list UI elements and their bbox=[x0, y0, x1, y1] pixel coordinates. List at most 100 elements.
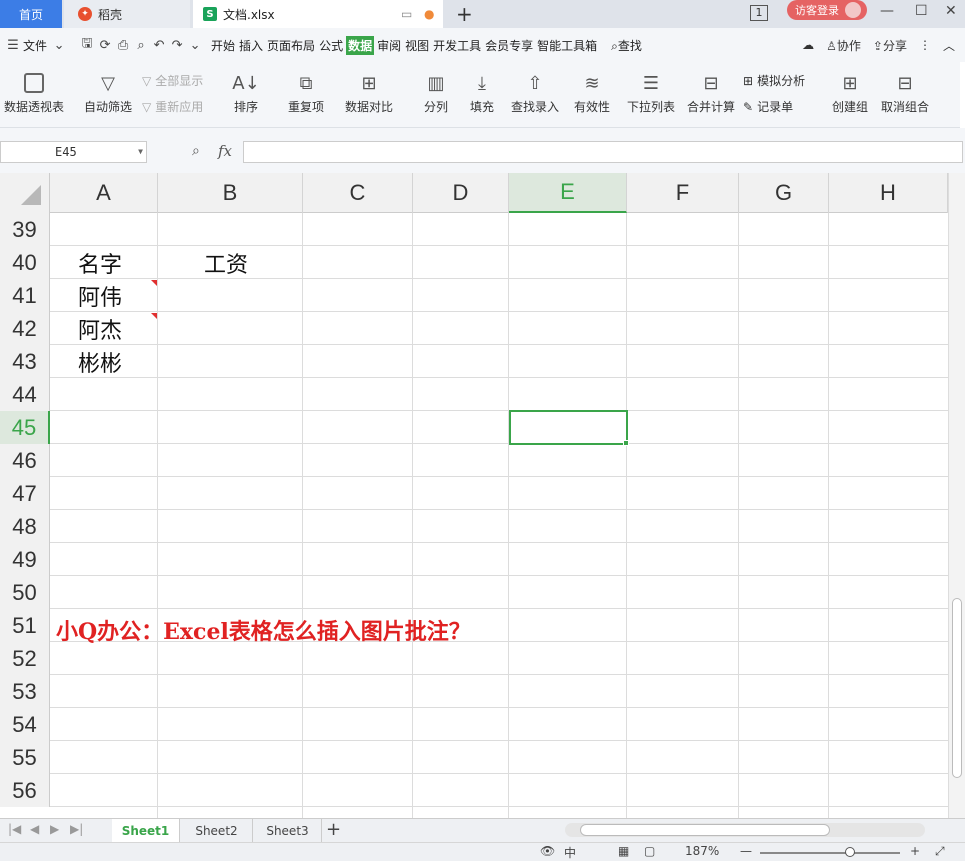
zoom-slider[interactable] bbox=[760, 852, 900, 854]
menu-insert[interactable]: 插入 bbox=[238, 37, 264, 54]
sheet-tab-sheet3[interactable]: Sheet3 bbox=[254, 819, 322, 842]
sheet-tab-sheet2[interactable]: Sheet2 bbox=[181, 819, 253, 842]
column-header-h[interactable]: H bbox=[829, 173, 948, 213]
menu-smart-toolbox[interactable]: 智能工具箱 bbox=[536, 37, 598, 54]
page-layout-view-icon[interactable]: ▢ bbox=[644, 844, 655, 858]
fill-handle[interactable] bbox=[623, 440, 629, 446]
undo-icon[interactable]: ↶ bbox=[150, 38, 168, 53]
vertical-scrollbar[interactable] bbox=[948, 173, 965, 818]
save-icon[interactable]: 🖫 bbox=[78, 34, 96, 56]
row-header[interactable]: 52 bbox=[0, 642, 50, 675]
menu-file[interactable]: 文件 bbox=[22, 37, 48, 54]
fullscreen-icon[interactable]: ⤢ bbox=[935, 844, 945, 859]
vertical-scrollbar-thumb[interactable] bbox=[952, 598, 962, 778]
row-header[interactable]: 47 bbox=[0, 477, 50, 510]
row-header[interactable]: 55 bbox=[0, 741, 50, 774]
normal-view-icon[interactable]: ▦ bbox=[618, 844, 629, 858]
row-header[interactable]: 41 bbox=[0, 279, 50, 312]
close-icon[interactable]: ✕ bbox=[945, 3, 957, 19]
cell-b40[interactable]: 工资 bbox=[204, 246, 248, 279]
selected-cell-e45[interactable] bbox=[509, 410, 628, 445]
horizontal-scrollbar[interactable] bbox=[565, 823, 925, 837]
split-column-button[interactable]: ▥ 分列 bbox=[419, 68, 453, 115]
menu-member[interactable]: 会员专享 bbox=[484, 37, 534, 54]
menu-developer[interactable]: 开发工具 bbox=[432, 37, 482, 54]
sheet-tab-sheet1[interactable]: Sheet1 bbox=[112, 819, 180, 842]
what-if-button[interactable]: ⊞ 模拟分析 bbox=[743, 72, 805, 89]
auto-filter-button[interactable]: ▽ 自动筛选 bbox=[82, 68, 134, 115]
pivot-table-button[interactable]: 数据透视表 bbox=[2, 68, 66, 115]
create-group-button[interactable]: ⊞ 创建组 bbox=[830, 68, 870, 115]
cell-a42[interactable]: 阿杰 bbox=[78, 312, 122, 345]
tab-home[interactable]: 首页 bbox=[0, 0, 62, 28]
print-icon[interactable]: ⎙ bbox=[114, 38, 132, 53]
new-tab-button[interactable]: + bbox=[456, 2, 473, 26]
column-header-g[interactable]: G bbox=[739, 173, 829, 213]
zoom-level[interactable]: 187% bbox=[685, 844, 719, 858]
search-button[interactable]: ⌕查找 bbox=[610, 37, 643, 54]
zoom-slider-knob[interactable] bbox=[845, 847, 855, 857]
tab-daoke[interactable]: ✦ 稻壳 bbox=[64, 0, 190, 28]
row-header[interactable]: 51 bbox=[0, 609, 50, 642]
fill-button[interactable]: ⤓ 填充 bbox=[465, 68, 499, 115]
cell-a51-title[interactable]: 小Q办公：Excel表格怎么插入图片批注？ bbox=[56, 614, 471, 646]
show-all-button[interactable]: ▽ 全部显示 bbox=[142, 72, 203, 89]
column-header-f[interactable]: F bbox=[627, 173, 739, 213]
last-sheet-icon[interactable]: ▶| bbox=[70, 822, 83, 836]
menu-formulas[interactable]: 公式 bbox=[318, 37, 344, 54]
row-header[interactable]: 44 bbox=[0, 378, 50, 411]
print-preview-icon[interactable]: ⌕ bbox=[132, 38, 150, 53]
name-box[interactable]: E45 ▼ bbox=[0, 141, 147, 163]
cell-a43[interactable]: 彬彬 bbox=[78, 345, 122, 378]
duplicates-button[interactable]: ⧉ 重复项 bbox=[283, 68, 329, 115]
fx-button[interactable]: fx bbox=[218, 142, 232, 160]
column-header-a[interactable]: A bbox=[50, 173, 158, 213]
cell-a40[interactable]: 名字 bbox=[78, 246, 122, 279]
row-header[interactable]: 39 bbox=[0, 213, 50, 246]
row-header[interactable]: 40 bbox=[0, 246, 50, 279]
row-header[interactable]: 49 bbox=[0, 543, 50, 576]
menu-view[interactable]: 视图 bbox=[404, 37, 430, 54]
cell-a41[interactable]: 阿伟 bbox=[78, 279, 122, 312]
row-header[interactable]: 50 bbox=[0, 576, 50, 609]
hamburger-icon[interactable]: ☰ bbox=[4, 38, 22, 53]
row-header[interactable]: 54 bbox=[0, 708, 50, 741]
menu-review[interactable]: 审阅 bbox=[376, 37, 402, 54]
next-sheet-icon[interactable]: ▶ bbox=[50, 822, 59, 836]
column-header-c[interactable]: C bbox=[303, 173, 413, 213]
column-header-b[interactable]: B bbox=[158, 173, 303, 213]
more-dropdown-icon[interactable]: ⌄ bbox=[186, 38, 204, 53]
prev-sheet-icon[interactable]: ◀ bbox=[30, 822, 39, 836]
monitor-icon[interactable]: ▭ bbox=[401, 7, 412, 21]
format-painter-icon[interactable]: ⟳ bbox=[96, 38, 114, 53]
formula-input[interactable] bbox=[243, 141, 963, 163]
comment-indicator-icon[interactable] bbox=[151, 313, 157, 319]
menu-data[interactable]: 数据 bbox=[346, 35, 375, 55]
collab-button[interactable]: ♙协作 bbox=[826, 37, 861, 54]
reapply-button[interactable]: ▽ 重新应用 bbox=[142, 98, 203, 115]
row-header[interactable]: 46 bbox=[0, 444, 50, 477]
cloud-icon[interactable]: ☁ bbox=[802, 38, 814, 52]
validity-button[interactable]: ≋ 有效性 bbox=[569, 68, 615, 115]
menu-home[interactable]: 开始 bbox=[210, 37, 236, 54]
row-header[interactable]: 56 bbox=[0, 774, 50, 807]
ungroup-button[interactable]: ⊟ 取消组合 bbox=[877, 68, 933, 115]
column-header-d[interactable]: D bbox=[413, 173, 509, 213]
first-sheet-icon[interactable]: |◀ bbox=[8, 822, 21, 836]
sort-button[interactable]: A↓ 排序 bbox=[228, 68, 264, 115]
maximize-icon[interactable]: ☐ bbox=[915, 3, 928, 19]
page-count-badge[interactable]: 1 bbox=[750, 5, 768, 21]
collapse-ribbon-icon[interactable]: ︿ bbox=[943, 37, 955, 54]
horizontal-scrollbar-thumb[interactable] bbox=[580, 824, 830, 836]
row-header[interactable]: 48 bbox=[0, 510, 50, 543]
more-options-icon[interactable]: ⋮ bbox=[919, 38, 931, 52]
guest-login-button[interactable]: 访客登录 bbox=[787, 0, 867, 20]
consolidate-button[interactable]: ⊟ 合并计算 bbox=[685, 68, 737, 115]
zoom-in-icon[interactable]: + bbox=[910, 844, 920, 858]
chevron-down-icon[interactable]: ⌄ bbox=[50, 38, 68, 53]
input-method-icon[interactable]: 中 bbox=[564, 844, 576, 861]
chevron-down-icon[interactable]: ▼ bbox=[138, 142, 143, 162]
row-header[interactable]: 43 bbox=[0, 345, 50, 378]
record-form-button[interactable]: ✎ 记录单 bbox=[743, 98, 793, 115]
share-button[interactable]: ⇪分享 bbox=[873, 37, 907, 54]
